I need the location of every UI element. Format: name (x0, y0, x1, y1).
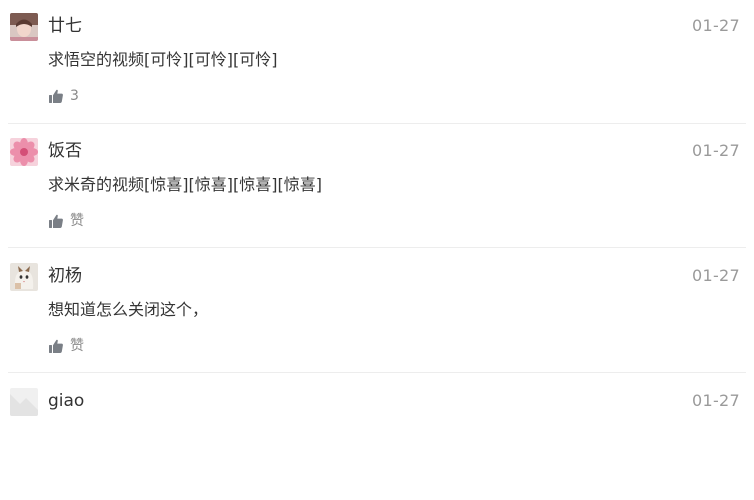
like-count: 3 (70, 88, 79, 104)
comment-text: 想知道怎么关闭这个， (48, 300, 209, 319)
avatar-cat-icon (10, 263, 38, 291)
nickname[interactable]: 饭否 (48, 139, 82, 163)
nickname[interactable]: 廿七 (48, 14, 82, 38)
like-label: 赞 (70, 338, 84, 354)
like-label: 赞 (70, 213, 84, 229)
comment-item: 廿七 01-27 求悟空的视频[可怜][可怜][可怜] 3 (0, 0, 754, 125)
nickname[interactable]: giao (48, 389, 84, 413)
comment-text: 求米奇的视频[惊喜][惊喜][惊喜][惊喜] (48, 175, 322, 194)
thumbs-up-icon (49, 89, 63, 103)
comment-item: 初杨 01-27 想知道怎么关闭这个， 赞 (0, 250, 754, 375)
thumbs-up-icon (49, 214, 63, 228)
avatar-default-icon (10, 388, 38, 416)
avatar[interactable] (10, 138, 38, 166)
avatar-flower-icon (10, 138, 38, 166)
comment-text: 求悟空的视频[可怜][可怜][可怜] (48, 50, 278, 69)
like-button[interactable]: 赞 (48, 210, 84, 232)
comment-date: 01-27 (692, 266, 740, 285)
avatar[interactable] (10, 263, 38, 291)
thumbs-up-icon (49, 339, 63, 353)
nickname[interactable]: 初杨 (48, 264, 82, 288)
avatar[interactable] (10, 388, 38, 416)
comment-date: 01-27 (692, 391, 740, 410)
divider (8, 372, 746, 373)
divider (8, 123, 746, 124)
comment-item: giao 01-27 (0, 375, 754, 500)
comment-date: 01-27 (692, 141, 740, 160)
comment-date: 01-27 (692, 16, 740, 35)
avatar[interactable] (10, 13, 38, 41)
divider (8, 247, 746, 248)
comment-item: 饭否 01-27 求米奇的视频[惊喜][惊喜][惊喜][惊喜] 赞 (0, 125, 754, 250)
avatar-photo-icon (10, 13, 38, 41)
like-button[interactable]: 赞 (48, 335, 84, 357)
like-button[interactable]: 3 (48, 85, 79, 107)
